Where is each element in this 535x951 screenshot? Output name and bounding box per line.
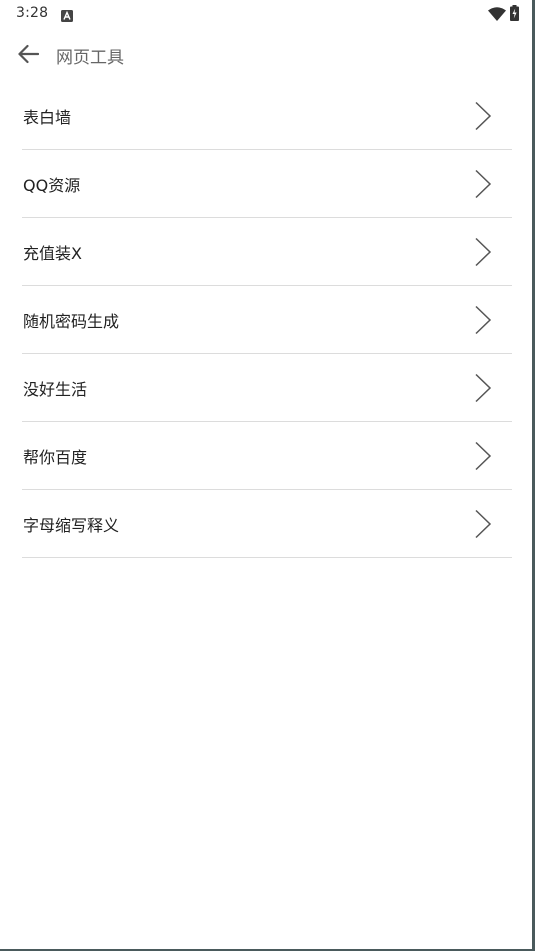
status-time: 3:28 (16, 5, 49, 21)
app-bar: 网页工具 (0, 34, 535, 76)
list-item-fake-recharge[interactable]: 充值装X (22, 218, 512, 286)
list-item-label: 随机密码生成 (23, 312, 120, 331)
list-item-label: 帮你百度 (23, 448, 88, 467)
status-icons (488, 5, 519, 25)
a-box-icon (61, 7, 73, 26)
chevron-right-icon (475, 237, 492, 267)
list-item-confession-wall[interactable]: 表白墙 (22, 82, 512, 150)
list-item-no-good-life[interactable]: 没好生活 (22, 354, 512, 422)
list-item-label: 表白墙 (23, 108, 72, 127)
status-bar: 3:28 (0, 0, 535, 28)
list-item-label: 充值装X (23, 244, 82, 263)
page-title: 网页工具 (56, 48, 124, 68)
wifi-icon (488, 6, 506, 25)
list-item-label: 字母缩写释义 (23, 516, 120, 535)
battery-charging-icon (510, 5, 519, 25)
tool-list: 表白墙 QQ资源 充值装X 随机密码生成 没好生活 帮你百度 字母缩写释义 (22, 82, 512, 558)
list-item-baidu-for-you[interactable]: 帮你百度 (22, 422, 512, 490)
chevron-right-icon (475, 373, 492, 403)
chevron-right-icon (475, 509, 492, 539)
chevron-right-icon (475, 305, 492, 335)
chevron-right-icon (475, 169, 492, 199)
list-item-qq-resources[interactable]: QQ资源 (22, 150, 512, 218)
back-button[interactable] (12, 40, 44, 72)
list-item-random-password[interactable]: 随机密码生成 (22, 286, 512, 354)
chevron-right-icon (475, 101, 492, 131)
chevron-right-icon (475, 441, 492, 471)
arrow-left-icon (17, 44, 40, 68)
list-item-acronym-meaning[interactable]: 字母缩写释义 (22, 490, 512, 558)
list-item-label: QQ资源 (23, 176, 81, 195)
list-item-label: 没好生活 (23, 380, 88, 399)
